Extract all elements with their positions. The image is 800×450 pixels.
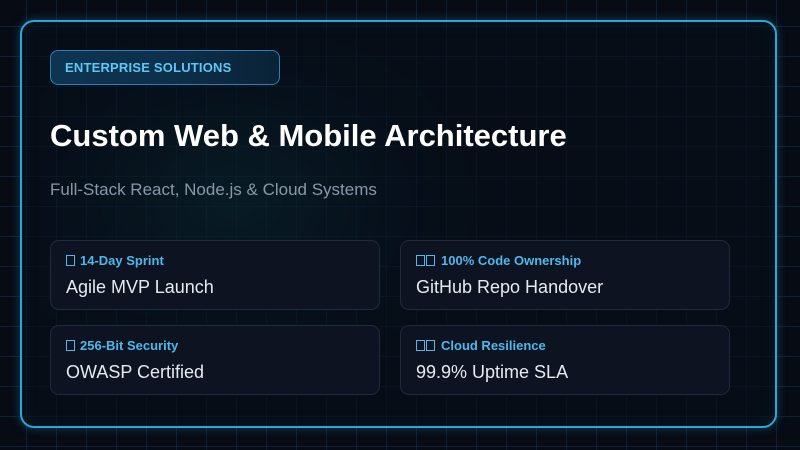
- feature-card-label: 256-Bit Security: [66, 338, 178, 353]
- feature-card-value: 99.9% Uptime SLA: [416, 362, 569, 382]
- feature-card-label: 14-Day Sprint: [66, 253, 164, 268]
- feature-card-resilience: Cloud Resilience 99.9% Uptime SLA: [400, 325, 730, 395]
- page-subtitle: Full-Stack React, Node.js & Cloud System…: [50, 180, 377, 199]
- feature-card-label-text: 256-Bit Security: [80, 338, 179, 353]
- feature-card-label: Cloud Resilience: [416, 338, 546, 353]
- feature-card-value: GitHub Repo Handover: [416, 277, 604, 297]
- feature-card-security: 256-Bit Security OWASP Certified: [50, 325, 380, 395]
- feature-card-label: 100% Code Ownership: [416, 253, 581, 268]
- page-title: Custom Web & Mobile Architecture: [50, 118, 567, 153]
- feature-card-value: OWASP Certified: [66, 362, 205, 382]
- missing-glyph-icon: [426, 255, 435, 266]
- missing-glyph-icon: [416, 255, 425, 266]
- feature-card-sprint: 14-Day Sprint Agile MVP Launch: [50, 240, 380, 310]
- feature-card-ownership: 100% Code Ownership GitHub Repo Handover: [400, 240, 730, 310]
- category-badge: ENTERPRISE SOLUTIONS: [50, 50, 280, 85]
- missing-glyph-icon: [66, 340, 75, 351]
- hero-canvas: ENTERPRISE SOLUTIONS Custom Web & Mobile…: [0, 0, 800, 450]
- missing-glyph-icon: [416, 340, 425, 351]
- missing-glyph-icon: [426, 340, 435, 351]
- feature-card-label-text: 14-Day Sprint: [80, 253, 164, 268]
- feature-card-value: Agile MVP Launch: [66, 277, 214, 297]
- missing-glyph-icon: [66, 255, 75, 266]
- feature-card-label-text: Cloud Resilience: [441, 338, 546, 353]
- feature-card-label-text: 100% Code Ownership: [441, 253, 582, 268]
